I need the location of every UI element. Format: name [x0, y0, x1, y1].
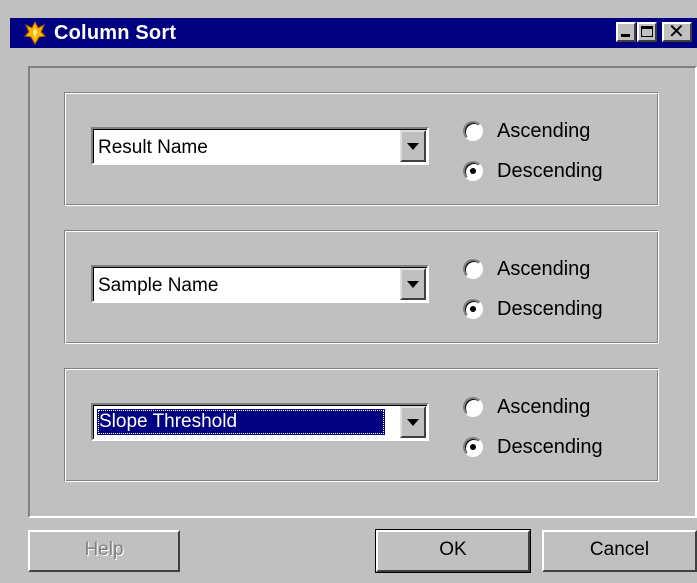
- sort-group-1: Result Name Ascending Descending: [64, 92, 659, 206]
- radio-circle: [463, 121, 483, 141]
- ok-button[interactable]: OK: [375, 529, 531, 573]
- window-title: Column Sort: [54, 22, 177, 44]
- radio-circle: [463, 397, 483, 417]
- sort-column-value-1: Result Name: [98, 137, 208, 158]
- flame-app-icon: [24, 21, 46, 45]
- dropdown-button-2[interactable]: [400, 268, 426, 300]
- maximize-icon: [641, 26, 653, 37]
- maximize-button[interactable]: [637, 22, 657, 42]
- radio-circle-checked: [463, 161, 483, 181]
- ascending-label: Ascending: [497, 258, 591, 280]
- title-bar[interactable]: Column Sort ✕: [10, 18, 697, 48]
- cancel-button[interactable]: Cancel: [542, 530, 697, 572]
- radio-circle-checked: [463, 299, 483, 319]
- sort-group-2: Sample Name Ascending Descending: [64, 230, 659, 344]
- radio-circle-checked: [463, 437, 483, 457]
- column-sort-dialog: Column Sort ✕ Result Name Ascending Desc…: [0, 0, 697, 583]
- sort-column-select-1[interactable]: Result Name: [91, 127, 429, 165]
- close-button[interactable]: ✕: [662, 21, 692, 43]
- sort-column-value-3: Slope Threshold: [97, 409, 385, 435]
- descending-label: Descending: [497, 160, 603, 182]
- chevron-down-icon: [407, 143, 419, 150]
- chevron-down-icon: [407, 281, 419, 288]
- descending-label: Descending: [497, 298, 603, 320]
- close-icon: ✕: [668, 21, 685, 43]
- chevron-down-icon: [407, 419, 419, 426]
- dropdown-button-3[interactable]: [400, 406, 426, 438]
- sort-column-select-3[interactable]: Slope Threshold: [91, 403, 429, 441]
- sort-group-3: Slope Threshold Ascending Descending: [64, 368, 659, 482]
- ascending-label: Ascending: [497, 396, 591, 418]
- help-button[interactable]: Help: [28, 530, 180, 572]
- descending-label: Descending: [497, 436, 603, 458]
- minimize-icon: [621, 34, 630, 37]
- dropdown-button-1[interactable]: [400, 130, 426, 162]
- sort-column-select-2[interactable]: Sample Name: [91, 265, 429, 303]
- ascending-label: Ascending: [497, 120, 591, 142]
- minimize-button[interactable]: [616, 22, 636, 42]
- sort-column-value-2: Sample Name: [98, 275, 219, 296]
- radio-circle: [463, 259, 483, 279]
